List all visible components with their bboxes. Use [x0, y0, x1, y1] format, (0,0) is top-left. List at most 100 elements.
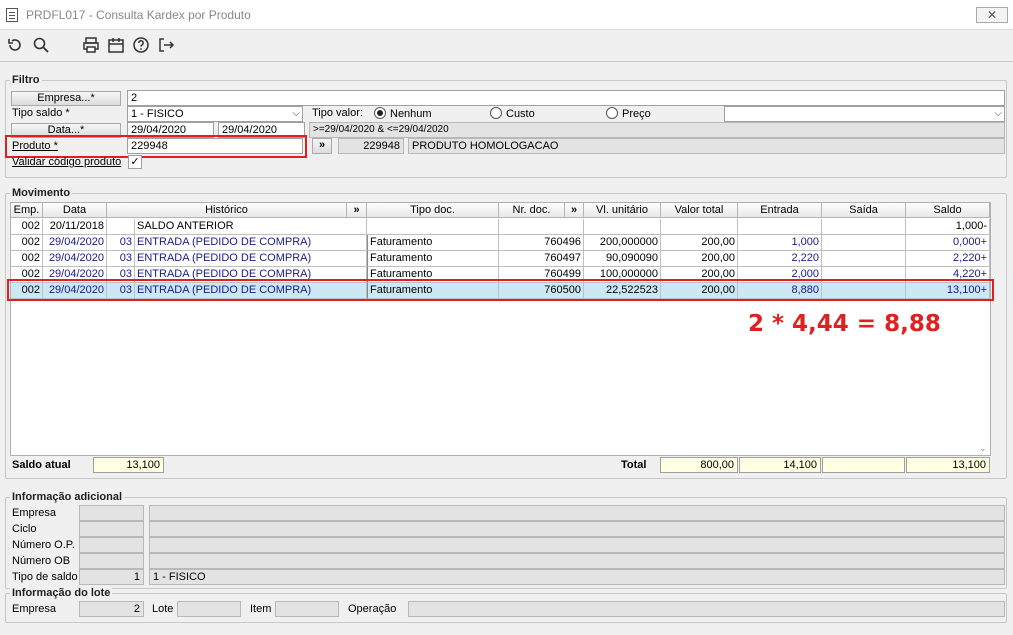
info-numero-ob-label: Número OB: [12, 555, 71, 567]
cell-nat: [107, 219, 135, 235]
col-header-saldo[interactable]: Saldo: [906, 203, 990, 218]
validar-checkbox[interactable]: ✓: [128, 155, 142, 169]
calendar-icon[interactable]: [107, 36, 125, 54]
cell-historico: ENTRADA (PEDIDO DE COMPRA): [135, 251, 367, 267]
title-bar: PRDFL017 - Consulta Kardex por Produto ✕: [0, 0, 1013, 30]
empresa-input[interactable]: 2: [127, 90, 1005, 106]
total-valor: 800,00: [660, 457, 738, 473]
exit-icon[interactable]: [157, 36, 175, 54]
close-button[interactable]: ✕: [976, 7, 1008, 23]
lote-empresa-label: Empresa: [12, 603, 57, 615]
saldo-atual-label: Saldo atual: [12, 459, 71, 471]
info-tipo-saldo-desc: 1 - FISICO: [149, 569, 1005, 585]
col-header-vl-unitario[interactable]: Vl. unitário: [584, 203, 661, 218]
cell-vl-unitario: 90,090090: [584, 251, 661, 267]
tipo-valor-select[interactable]: ⌵: [724, 106, 1005, 122]
col-expand-historico[interactable]: »: [347, 203, 367, 218]
radio-custo-label: Custo: [506, 108, 535, 120]
saldo-atual-value: 13,100: [93, 457, 164, 473]
cell-emp: 002: [11, 251, 43, 267]
cell-nr-doc: [499, 219, 584, 235]
filtro-title: Filtro: [10, 74, 42, 86]
info-ciclo-code: [79, 521, 144, 537]
cell-saldo: 1,000-: [906, 219, 990, 235]
produto-highlight: [5, 135, 307, 158]
tipo-saldo-label: Tipo saldo *: [12, 107, 70, 119]
lote-value: [177, 601, 241, 617]
cell-historico: SALDO ANTERIOR: [135, 219, 367, 235]
tipo-saldo-select[interactable]: 1 - FISICO ⌵: [127, 106, 303, 122]
cell-data: 29/04/2020: [43, 251, 107, 267]
radio-preco-label: Preço: [622, 108, 651, 120]
cell-vl-unitario: 200,000000: [584, 235, 661, 251]
undo-icon[interactable]: [6, 36, 24, 54]
cell-valor-total: 200,00: [661, 251, 738, 267]
info-ciclo-desc: [149, 521, 1005, 537]
info-numero-op-label: Número O.P.: [12, 539, 75, 551]
operacao-label: Operação: [348, 603, 397, 615]
col-header-saida[interactable]: Saída: [822, 203, 906, 218]
cell-data: 20/11/2018: [43, 219, 107, 235]
cell-saida: [822, 235, 906, 251]
info-lote-title: Informação do lote: [10, 587, 113, 599]
cell-saldo: 0,000+: [906, 235, 990, 251]
col-header-entrada[interactable]: Entrada: [738, 203, 822, 218]
info-ciclo-label: Ciclo: [12, 523, 37, 535]
tipo-saldo-value: 1 - FISICO: [131, 108, 184, 120]
info-adicional-title: Informação adicional: [10, 491, 125, 503]
chevron-down-icon: ⌵: [292, 108, 300, 119]
print-icon[interactable]: [82, 36, 100, 54]
radio-custo[interactable]: [490, 107, 502, 119]
info-tipo-saldo-code: 1: [79, 569, 144, 585]
col-header-tipo-doc[interactable]: Tipo doc.: [367, 203, 499, 218]
col-header-data[interactable]: Data: [43, 203, 107, 218]
produto-description: PRODUTO HOMOLOGACAO: [408, 138, 1005, 154]
cell-emp: 002: [11, 235, 43, 251]
item-label: Item: [250, 603, 272, 615]
scroll-down-icon[interactable]: ⌄: [979, 443, 987, 454]
cell-saldo: 2,220+: [906, 251, 990, 267]
cell-tipo-doc: [367, 219, 499, 235]
col-header-historico[interactable]: Histórico: [107, 203, 347, 218]
info-numero-op-code: [79, 537, 144, 553]
col-header-nr-doc[interactable]: Nr. doc.: [499, 203, 565, 218]
cell-tipo-doc: Faturamento: [367, 235, 499, 251]
radio-preco[interactable]: [606, 107, 618, 119]
radio-nenhum[interactable]: [374, 107, 386, 119]
movimento-title: Movimento: [10, 187, 73, 199]
annotation-text: 2 * 4,44 = 8,88: [748, 311, 941, 337]
lote-label: Lote: [152, 603, 174, 615]
col-header-emp[interactable]: Emp.: [11, 203, 43, 218]
col-expand-nr-doc[interactable]: »: [565, 203, 584, 218]
total-label: Total: [621, 459, 647, 471]
info-empresa-desc: [149, 505, 1005, 521]
cell-saida: [822, 219, 906, 235]
cell-nat: 03: [107, 235, 135, 251]
info-empresa-label: Empresa: [12, 507, 57, 519]
info-numero-ob-code: [79, 553, 144, 569]
col-header-valor-total[interactable]: Valor total: [661, 203, 738, 218]
chevron-down-icon: ⌵: [994, 108, 1002, 119]
tipo-valor-label: Tipo valor:: [312, 107, 363, 119]
total-saida: [822, 457, 905, 473]
cell-saida: [822, 251, 906, 267]
empresa-lookup-button[interactable]: Empresa...*: [11, 91, 121, 106]
search-icon[interactable]: [32, 36, 50, 54]
cell-nr-doc: 760496: [499, 235, 584, 251]
info-empresa-code: [79, 505, 144, 521]
info-numero-ob-desc: [149, 553, 1005, 569]
total-entrada: 14,100: [739, 457, 821, 473]
validar-label: Validar código produto: [12, 156, 122, 168]
cell-entrada: 2,220: [738, 251, 822, 267]
info-tipo-saldo-label: Tipo de saldo: [12, 571, 78, 583]
radio-nenhum-label: Nenhum: [390, 108, 432, 120]
produto-search-button[interactable]: »: [312, 138, 332, 154]
cell-entrada: [738, 219, 822, 235]
cell-nat: 03: [107, 251, 135, 267]
data-expression: >=29/04/2020 & <=29/04/2020: [309, 122, 1005, 138]
cell-nr-doc: 760497: [499, 251, 584, 267]
cell-valor-total: 200,00: [661, 235, 738, 251]
info-numero-op-desc: [149, 537, 1005, 553]
help-icon[interactable]: [132, 36, 150, 54]
toolbar: [0, 30, 1013, 62]
